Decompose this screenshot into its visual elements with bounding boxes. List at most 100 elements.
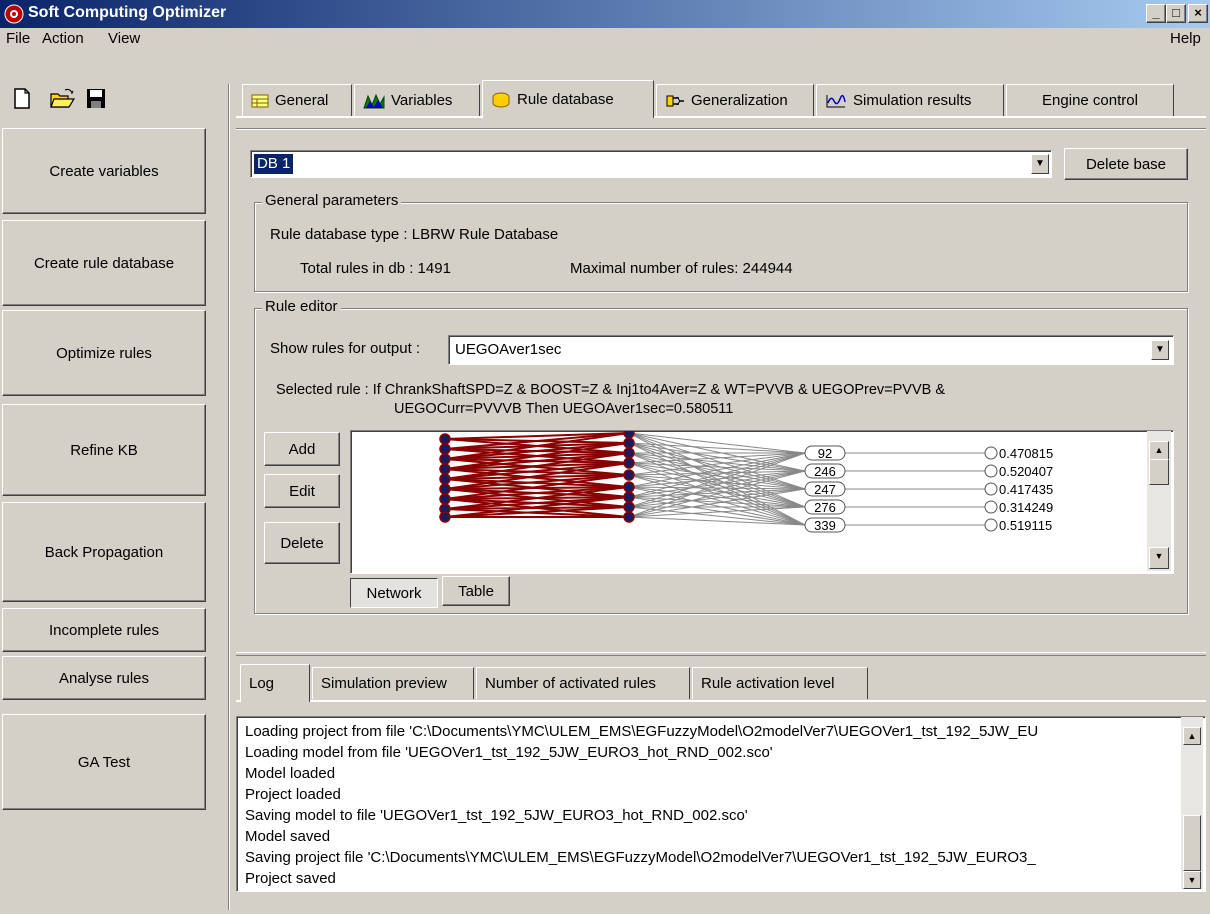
rule-editor-title: Rule editor bbox=[262, 298, 341, 315]
database-select[interactable]: DB 1 ▼ bbox=[250, 150, 1052, 178]
back-propagation-button[interactable]: Back Propagation bbox=[2, 502, 206, 602]
input-node bbox=[439, 493, 451, 505]
minimize-button[interactable]: _ bbox=[1146, 4, 1166, 23]
input-node bbox=[623, 431, 635, 439]
tab-simulation-preview[interactable]: Simulation preview bbox=[312, 667, 474, 699]
tab-number-activated-rules[interactable]: Number of activated rules bbox=[476, 667, 690, 699]
scroll-thumb[interactable] bbox=[1149, 459, 1169, 485]
tab-simulation-results-label: Simulation results bbox=[853, 92, 972, 109]
selected-rule-line2: UEGOCurr=PVVVB Then UEGOAver1sec=0.58051… bbox=[394, 401, 734, 417]
save-disk-icon[interactable] bbox=[86, 88, 106, 110]
edit-rule-button[interactable]: Edit bbox=[264, 474, 340, 508]
rule-id-label: 246 bbox=[814, 464, 836, 479]
table-view-toggle[interactable]: Table bbox=[442, 576, 510, 606]
output-value-label: 0.520407 bbox=[999, 464, 1053, 479]
tab-log[interactable]: Log bbox=[240, 664, 310, 702]
refine-kb-button[interactable]: Refine KB bbox=[2, 404, 206, 496]
input-node bbox=[439, 453, 451, 465]
rule-id-label: 247 bbox=[814, 482, 836, 497]
window-title: Soft Computing Optimizer bbox=[28, 4, 227, 21]
input-node bbox=[623, 511, 635, 523]
incomplete-rules-button[interactable]: Incomplete rules bbox=[2, 608, 206, 652]
new-file-icon[interactable] bbox=[12, 88, 32, 110]
input-node bbox=[623, 447, 635, 459]
menu-action[interactable]: Action bbox=[42, 30, 84, 47]
rule-id-label: 339 bbox=[814, 518, 836, 533]
input-node bbox=[623, 491, 635, 503]
log-panel[interactable]: Loading project from file 'C:\Documents\… bbox=[236, 716, 1206, 892]
scroll-down-icon[interactable]: ▼ bbox=[1183, 871, 1201, 889]
tab-generalization-label: Generalization bbox=[691, 92, 788, 109]
bottom-tab-divider bbox=[236, 700, 1206, 702]
delete-base-button[interactable]: Delete base bbox=[1064, 148, 1188, 180]
output-value-label: 0.519115 bbox=[999, 518, 1052, 533]
menu-file[interactable]: File bbox=[6, 30, 30, 47]
rule-network-diagram: 92 0.470815 246 0.520407 247 0.417435 276 0.314… bbox=[439, 431, 1053, 533]
output-node bbox=[984, 464, 998, 478]
tab-simulation-results[interactable]: Simulation results bbox=[816, 84, 1004, 116]
tab-generalization[interactable]: Generalization bbox=[656, 84, 814, 116]
horizontal-splitter[interactable] bbox=[236, 652, 1206, 656]
add-rule-button[interactable]: Add bbox=[264, 432, 340, 466]
input-edges bbox=[444, 432, 630, 518]
log-line: Saving project file 'C:\Documents\YMC\UL… bbox=[245, 849, 1036, 866]
panel-top-border bbox=[236, 128, 1206, 130]
output-node bbox=[984, 482, 998, 496]
log-line: Loading model from file 'UEGOVer1_tst_19… bbox=[245, 744, 773, 761]
network-view-toggle[interactable]: Network bbox=[350, 578, 438, 608]
tab-rule-database-label: Rule database bbox=[517, 91, 614, 108]
tab-rule-activation-level[interactable]: Rule activation level bbox=[692, 667, 868, 699]
output-select-value: UEGOAver1sec bbox=[455, 341, 562, 358]
output-value-label: 0.470815 bbox=[999, 446, 1053, 461]
general-parameters-group bbox=[254, 202, 1188, 292]
general-parameters-title: General parameters bbox=[262, 192, 402, 209]
output-select[interactable]: UEGOAver1sec ▼ bbox=[448, 335, 1174, 365]
selected-rule-line1: Selected rule : If ChrankShaftSPD=Z & BO… bbox=[276, 382, 946, 398]
ga-test-button[interactable]: GA Test bbox=[2, 714, 206, 810]
input-node bbox=[439, 473, 451, 485]
vertical-splitter[interactable] bbox=[228, 84, 230, 910]
input-node bbox=[623, 457, 635, 469]
tab-engine-control-label: Engine control bbox=[1042, 92, 1138, 109]
scroll-thumb[interactable] bbox=[1183, 815, 1201, 871]
log-scrollbar[interactable]: ▲ ▼ bbox=[1181, 717, 1203, 889]
rule-id-label: 276 bbox=[814, 500, 836, 515]
log-line: Loading project from file 'C:\Documents\… bbox=[245, 723, 1039, 740]
tab-rule-database[interactable]: Rule database bbox=[482, 80, 654, 118]
tab-engine-control[interactable]: Engine control bbox=[1006, 84, 1174, 116]
database-select-value: DB 1 bbox=[254, 154, 294, 174]
input-node bbox=[439, 433, 451, 445]
log-line: Model saved bbox=[245, 828, 331, 845]
input-node bbox=[439, 463, 451, 475]
input-node bbox=[623, 469, 635, 481]
plug-icon bbox=[666, 95, 684, 106]
log-line: Project saved bbox=[245, 870, 336, 887]
output-value-label: 0.314249 bbox=[999, 500, 1053, 515]
create-variables-button[interactable]: Create variables bbox=[2, 128, 206, 214]
menu-view[interactable]: View bbox=[108, 30, 140, 47]
menu-help[interactable]: Help bbox=[1170, 30, 1201, 47]
scroll-down-icon[interactable]: ▼ bbox=[1149, 547, 1169, 569]
optimize-rules-button[interactable]: Optimize rules bbox=[2, 310, 206, 396]
open-folder-icon[interactable] bbox=[50, 88, 76, 110]
chevron-down-icon[interactable]: ▼ bbox=[1031, 154, 1049, 174]
tab-general[interactable]: General bbox=[242, 84, 352, 116]
network-scrollbar[interactable]: ▲ ▼ bbox=[1147, 431, 1171, 571]
input-node bbox=[439, 511, 451, 523]
input-node bbox=[623, 437, 635, 449]
output-node bbox=[984, 518, 998, 532]
tab-variables[interactable]: Variables bbox=[354, 84, 480, 116]
show-rules-label: Show rules for output : bbox=[270, 340, 421, 357]
delete-rule-button[interactable]: Delete bbox=[264, 522, 340, 564]
database-icon bbox=[492, 92, 510, 107]
menu-bar: File Action View Help bbox=[0, 28, 1210, 50]
input-node bbox=[439, 483, 451, 495]
create-rule-database-button[interactable]: Create rule database bbox=[2, 220, 206, 306]
chevron-down-icon[interactable]: ▼ bbox=[1151, 340, 1169, 360]
output-node bbox=[984, 500, 998, 514]
rule-network-view[interactable]: 92 0.470815 246 0.520407 247 0.417435 276 0.314… bbox=[350, 430, 1174, 574]
close-button[interactable]: × bbox=[1188, 4, 1208, 23]
scroll-up-icon[interactable]: ▲ bbox=[1183, 727, 1201, 745]
maximize-button[interactable]: □ bbox=[1166, 4, 1186, 23]
analyse-rules-button[interactable]: Analyse rules bbox=[2, 656, 206, 700]
